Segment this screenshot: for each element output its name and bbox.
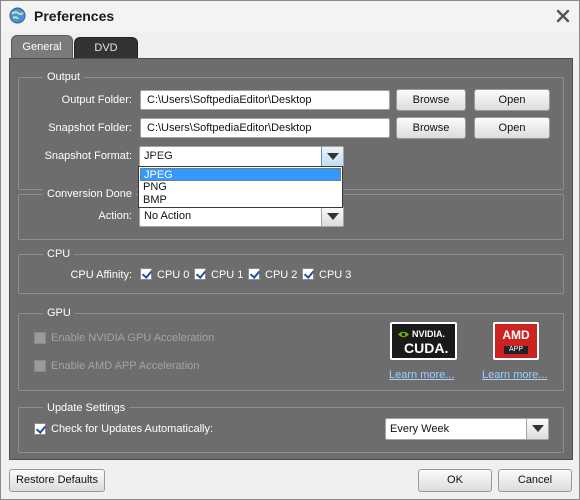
cpu1-label: CPU 1	[211, 269, 244, 281]
update-legend: Update Settings	[43, 402, 130, 414]
title-bar: Preferences	[1, 1, 579, 32]
format-option-png[interactable]: PNG	[140, 181, 341, 194]
action-value: No Action	[144, 210, 192, 222]
ok-button[interactable]: OK	[418, 469, 492, 492]
nvidia-cuda-logo: NVIDIA. CUDA.	[390, 322, 457, 360]
cpu2-checkbox[interactable]	[248, 268, 260, 280]
update-label: Check for Updates Automatically:	[51, 423, 214, 435]
snapshot-browse-button[interactable]: Browse	[396, 117, 466, 139]
snapshot-format-dropdown[interactable]: JPEG PNG BMP	[138, 166, 343, 208]
output-open-button[interactable]: Open	[474, 89, 550, 111]
action-label: Action:	[98, 210, 132, 222]
cpu2-label: CPU 2	[265, 269, 298, 281]
chevron-down-icon[interactable]	[526, 419, 548, 439]
snapshot-open-button[interactable]: Open	[474, 117, 550, 139]
chevron-down-icon[interactable]	[321, 207, 343, 226]
output-legend: Output	[43, 71, 85, 83]
action-select[interactable]: No Action	[139, 206, 344, 227]
output-browse-button[interactable]: Browse	[396, 89, 466, 111]
app-logo-text: APP	[504, 346, 528, 354]
restore-defaults-button[interactable]: Restore Defaults	[9, 469, 105, 492]
nvidia-learn-more-link[interactable]: Learn more...	[389, 369, 454, 382]
close-icon[interactable]	[554, 7, 572, 25]
cpu-legend: CPU	[43, 248, 75, 260]
softpedia-watermark: SOFTPEDIA	[151, 145, 327, 170]
amd-learn-more-link[interactable]: Learn more...	[482, 369, 547, 382]
nvidia-logo-text: NVIDIA.	[412, 329, 446, 339]
output-folder-label: Output Folder:	[61, 94, 132, 106]
cancel-button[interactable]: Cancel	[498, 469, 572, 492]
nvidia-label: Enable NVIDIA GPU Acceleration	[51, 332, 215, 344]
cpu3-checkbox[interactable]	[302, 268, 314, 280]
amd-logo-text: AMD	[502, 328, 530, 342]
format-option-bmp[interactable]: BMP	[140, 194, 341, 207]
snapshot-folder-field[interactable]: C:\Users\SoftpediaEditor\Desktop	[140, 118, 390, 138]
snapshot-folder-label: Snapshot Folder:	[48, 122, 132, 134]
conversion-legend: Conversion Done	[43, 188, 136, 200]
window-title: Preferences	[34, 8, 115, 24]
snapshot-format-label: Snapshot Format:	[44, 150, 132, 162]
tab-general[interactable]: General	[11, 35, 73, 59]
amd-app-logo: AMD APP	[493, 322, 539, 360]
cpu1-checkbox[interactable]	[194, 268, 206, 280]
nvidia-eye-icon	[398, 331, 409, 338]
gpu-legend: GPU	[43, 307, 75, 319]
general-panel: Output Output Folder: C:\Users\Softpedia…	[9, 58, 573, 460]
app-globe-icon	[9, 7, 26, 24]
update-frequency-select[interactable]: Every Week	[385, 418, 549, 440]
update-checkbox[interactable]	[34, 423, 46, 435]
update-frequency-value: Every Week	[390, 423, 450, 435]
cpu0-label: CPU 0	[157, 269, 190, 281]
tab-dvd[interactable]: DVD	[74, 37, 138, 59]
cpu3-label: CPU 3	[319, 269, 352, 281]
nvidia-checkbox[interactable]	[34, 332, 46, 344]
cpu-affinity-label: CPU Affinity:	[70, 269, 132, 281]
preferences-window: Preferences General DVD Output Output Fo…	[0, 0, 580, 500]
output-folder-field[interactable]: C:\Users\SoftpediaEditor\Desktop	[140, 90, 390, 110]
amd-checkbox[interactable]	[34, 360, 46, 372]
cpu0-checkbox[interactable]	[140, 268, 152, 280]
cuda-logo-text: CUDA.	[404, 340, 449, 356]
amd-label: Enable AMD APP Acceleration	[51, 360, 200, 372]
